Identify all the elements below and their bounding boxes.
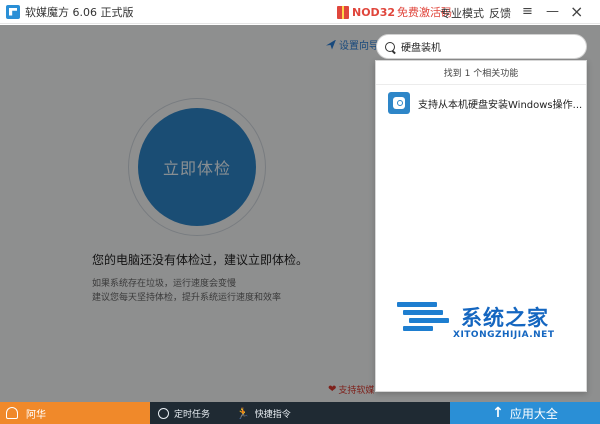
hdd-install-icon — [388, 92, 410, 114]
running-man-icon: 🏃 — [236, 406, 250, 420]
menu-icon[interactable]: ≡ — [522, 4, 533, 19]
gift-icon — [337, 5, 349, 19]
quick-commands-label: 快捷指令 — [254, 409, 291, 420]
arrow-up-icon: ↑ — [492, 405, 504, 421]
quick-commands-button[interactable]: 🏃 快捷指令 — [230, 402, 310, 424]
minimize-icon[interactable]: — — [546, 4, 559, 19]
app-store-label: 应用大全 — [509, 406, 558, 421]
user-name: 阿华 — [26, 409, 46, 421]
promo-nod-label: NOD32 — [352, 5, 395, 19]
bottom-spacer — [310, 402, 450, 424]
result-label: 支持从本机硬盘安装Windows操作... — [418, 99, 583, 111]
results-count: 找到 1 个相关功能 — [376, 61, 586, 85]
bottom-bar: 阿华 定时任务 🏃 快捷指令 ↑ 应用大全 — [0, 402, 600, 424]
search-icon — [385, 41, 395, 52]
close-icon[interactable]: × — [570, 2, 583, 21]
app-logo-icon — [6, 4, 20, 19]
watermark-text: 系统之家 — [461, 306, 549, 330]
scheduled-tasks-button[interactable]: 定时任务 — [150, 402, 230, 424]
app-title: 软媒魔方 6.06 正式版 — [25, 5, 134, 19]
clock-icon — [158, 407, 169, 419]
watermark-domain: XITONGZHIJIA.NET — [453, 330, 555, 340]
search-results-panel: 找到 1 个相关功能 支持从本机硬盘安装Windows操作... — [375, 60, 587, 392]
watermark-logo-icon — [397, 296, 457, 336]
title-bar: 软媒魔方 6.06 正式版 NOD32 免费激活码 专业模式 反馈 ≡ — × — [0, 0, 600, 24]
site-watermark: 系统之家 XITONGZHIJIA.NET — [397, 296, 554, 340]
feedback-button[interactable]: 反馈 — [489, 5, 511, 21]
feature-search-box[interactable] — [376, 34, 587, 59]
scheduled-tasks-label: 定时任务 — [174, 409, 211, 420]
promo-link[interactable]: NOD32 免费激活码 — [337, 4, 452, 20]
result-item[interactable]: 支持从本机硬盘安装Windows操作... — [376, 87, 586, 119]
user-icon — [6, 407, 18, 419]
pro-mode-button[interactable]: 专业模式 — [440, 5, 484, 21]
app-store-button[interactable]: ↑ 应用大全 — [450, 402, 600, 424]
user-account[interactable]: 阿华 — [0, 402, 150, 424]
search-input[interactable] — [401, 41, 571, 52]
